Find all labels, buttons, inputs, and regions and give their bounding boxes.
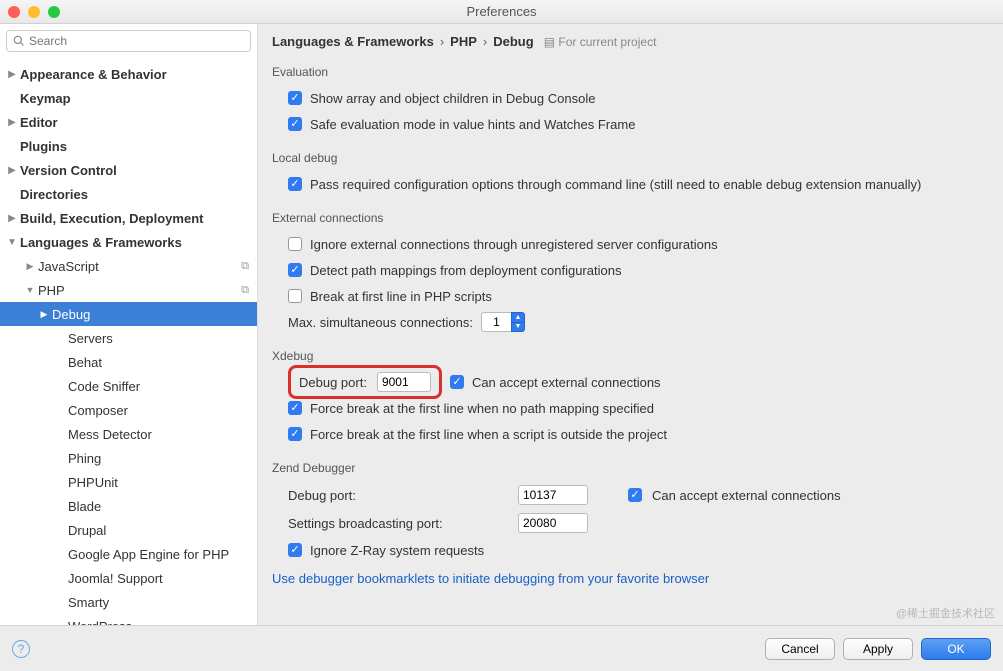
- checkbox-zend-accept[interactable]: [628, 488, 642, 502]
- section-zend: Zend Debugger: [258, 457, 1003, 477]
- section-evaluation: Evaluation: [258, 61, 1003, 81]
- search-field[interactable]: [6, 30, 251, 52]
- sidebar-item-phing[interactable]: Phing: [0, 446, 257, 470]
- copy-icon[interactable]: ⧉: [241, 260, 249, 273]
- search-icon: [13, 35, 25, 47]
- scope-hint: ▤ For current project: [544, 35, 657, 49]
- bookmarklets-link[interactable]: Use debugger bookmarklets to initiate de…: [272, 571, 709, 586]
- sidebar-item-mess-detector[interactable]: Mess Detector: [0, 422, 257, 446]
- sidebar-item-phpunit[interactable]: PHPUnit: [0, 470, 257, 494]
- sidebar-item-servers[interactable]: Servers: [0, 326, 257, 350]
- checkbox-zray[interactable]: [288, 543, 302, 557]
- step-down-icon[interactable]: ▼: [511, 322, 525, 333]
- zend-bcast-label: Settings broadcasting port:: [288, 516, 508, 531]
- sidebar-item-plugins[interactable]: Plugins: [0, 134, 257, 158]
- minimize-icon[interactable]: [28, 6, 40, 18]
- xdebug-port-input[interactable]: [377, 372, 431, 392]
- sidebar-item-directories[interactable]: Directories: [0, 182, 257, 206]
- max-conn-stepper[interactable]: ▲▼: [481, 312, 525, 332]
- sidebar-item-build-execution-deployment[interactable]: ▶Build, Execution, Deployment: [0, 206, 257, 230]
- checkbox-safe-eval[interactable]: [288, 117, 302, 131]
- sidebar-item-php[interactable]: ▼PHP⧉: [0, 278, 257, 302]
- xdebug-port-highlight: Debug port:: [288, 365, 442, 399]
- section-local-debug: Local debug: [258, 147, 1003, 167]
- checkbox-force-nomap[interactable]: [288, 401, 302, 415]
- cancel-button[interactable]: Cancel: [765, 638, 835, 660]
- sidebar-item-editor[interactable]: ▶Editor: [0, 110, 257, 134]
- window-controls: [8, 6, 60, 18]
- section-external-connections: External connections: [258, 207, 1003, 227]
- copy-icon[interactable]: ⧉: [241, 284, 249, 297]
- sidebar-item-languages-frameworks[interactable]: ▼Languages & Frameworks: [0, 230, 257, 254]
- search-input[interactable]: [29, 34, 244, 48]
- sidebar-item-appearance-behavior[interactable]: ▶Appearance & Behavior: [0, 62, 257, 86]
- maximize-icon[interactable]: [48, 6, 60, 18]
- max-conn-label: Max. simultaneous connections:: [288, 315, 473, 330]
- checkbox-show-children[interactable]: [288, 91, 302, 105]
- breadcrumb: Languages & Frameworks› PHP› Debug ▤ For…: [258, 24, 1003, 53]
- sidebar-item-google-app-engine-for-php[interactable]: Google App Engine for PHP: [0, 542, 257, 566]
- sidebar-item-joomla-support[interactable]: Joomla! Support: [0, 566, 257, 590]
- step-up-icon[interactable]: ▲: [511, 312, 525, 322]
- checkbox-detect-mappings[interactable]: [288, 263, 302, 277]
- section-xdebug: Xdebug: [258, 345, 1003, 365]
- sidebar-item-drupal[interactable]: Drupal: [0, 518, 257, 542]
- zend-port-input[interactable]: [518, 485, 588, 505]
- sidebar-item-behat[interactable]: Behat: [0, 350, 257, 374]
- sidebar-tree: ▶Appearance & BehaviorKeymap▶EditorPlugi…: [0, 58, 257, 638]
- sidebar-item-blade[interactable]: Blade: [0, 494, 257, 518]
- checkbox-xdebug-accept[interactable]: [450, 375, 464, 389]
- ok-button[interactable]: OK: [921, 638, 991, 660]
- sidebar-item-code-sniffer[interactable]: Code Sniffer: [0, 374, 257, 398]
- watermark: @稀土掘金技术社区: [896, 605, 995, 621]
- sidebar-item-javascript[interactable]: ▶JavaScript⧉: [0, 254, 257, 278]
- sidebar-item-keymap[interactable]: Keymap: [0, 86, 257, 110]
- sidebar-item-composer[interactable]: Composer: [0, 398, 257, 422]
- help-icon[interactable]: ?: [12, 640, 30, 658]
- checkbox-break-first-line[interactable]: [288, 289, 302, 303]
- sidebar-item-debug[interactable]: ▶Debug: [0, 302, 257, 326]
- checkbox-pass-config[interactable]: [288, 177, 302, 191]
- sidebar-item-version-control[interactable]: ▶Version Control: [0, 158, 257, 182]
- titlebar: Preferences: [0, 0, 1003, 24]
- zend-port-label: Debug port:: [288, 488, 508, 503]
- close-icon[interactable]: [8, 6, 20, 18]
- checkbox-force-outside[interactable]: [288, 427, 302, 441]
- sidebar-item-smarty[interactable]: Smarty: [0, 590, 257, 614]
- zend-bcast-input[interactable]: [518, 513, 588, 533]
- xdebug-port-label: Debug port:: [299, 375, 367, 390]
- window-title: Preferences: [466, 4, 536, 19]
- footer: ? Cancel Apply OK: [0, 625, 1003, 671]
- sidebar: ▶Appearance & BehaviorKeymap▶EditorPlugi…: [0, 24, 258, 625]
- checkbox-ignore-unreg[interactable]: [288, 237, 302, 251]
- apply-button[interactable]: Apply: [843, 638, 913, 660]
- main-panel: Languages & Frameworks› PHP› Debug ▤ For…: [258, 24, 1003, 625]
